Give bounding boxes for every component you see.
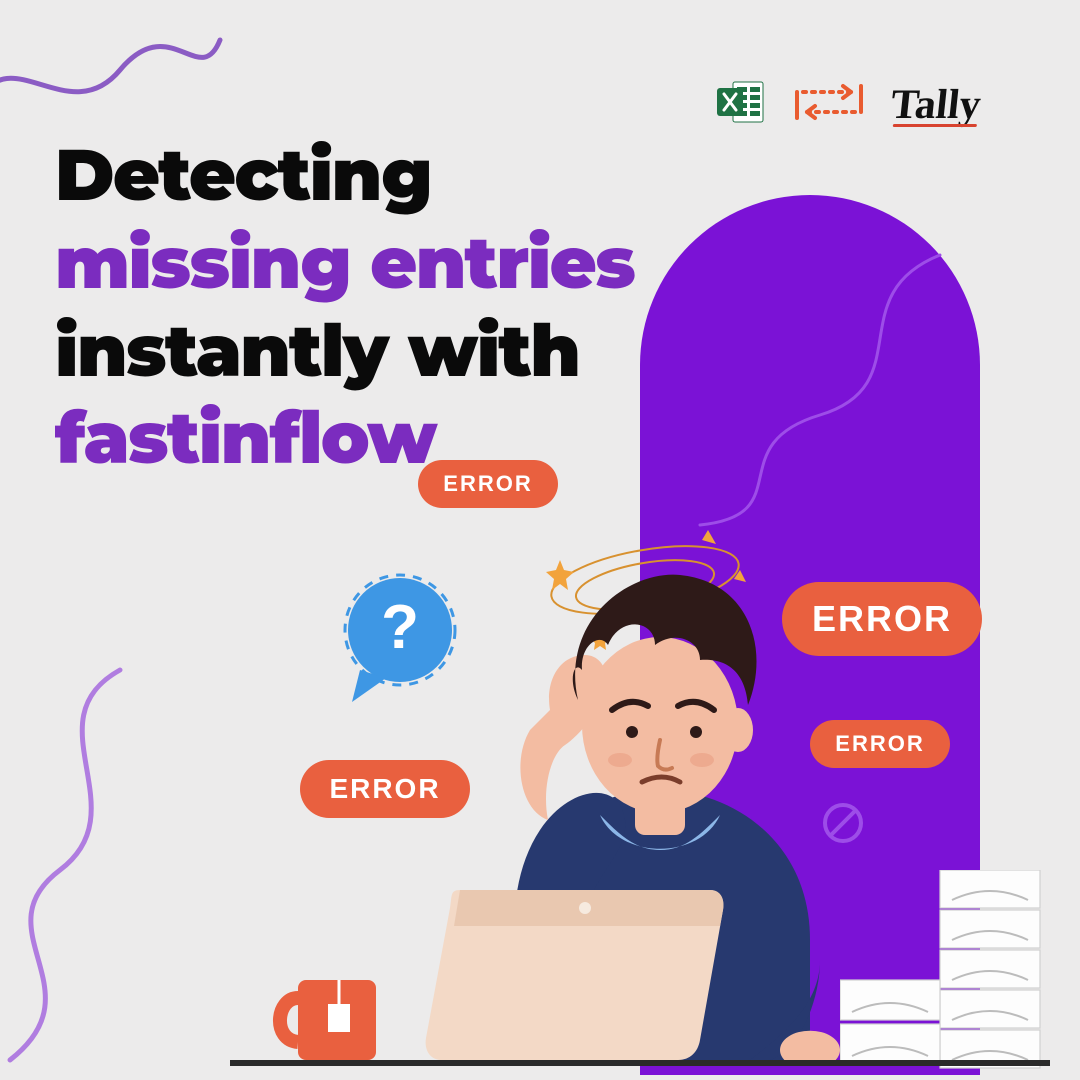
tally-logo: Tally bbox=[888, 81, 983, 129]
headline-line4: fastinflow bbox=[55, 394, 436, 482]
paper-stacks-icon bbox=[840, 870, 1050, 1070]
headline: Detecting missing entries instantly with… bbox=[55, 132, 655, 483]
decorative-squiggle-bottom bbox=[0, 660, 200, 1080]
transfer-arrows-icon bbox=[793, 78, 865, 131]
top-icons-row: Tally bbox=[715, 78, 981, 131]
headline-line2: missing entries bbox=[55, 219, 634, 307]
laptop-icon bbox=[420, 880, 750, 1070]
excel-icon bbox=[715, 78, 767, 131]
headline-line3: instantly with bbox=[55, 307, 579, 395]
question-bubble-icon: ? bbox=[330, 570, 470, 710]
headline-line1: Detecting bbox=[55, 131, 431, 219]
desk-line bbox=[230, 1060, 1050, 1066]
error-badge: ERROR bbox=[300, 760, 470, 818]
svg-text:?: ? bbox=[381, 593, 419, 662]
mug-icon bbox=[270, 970, 390, 1070]
